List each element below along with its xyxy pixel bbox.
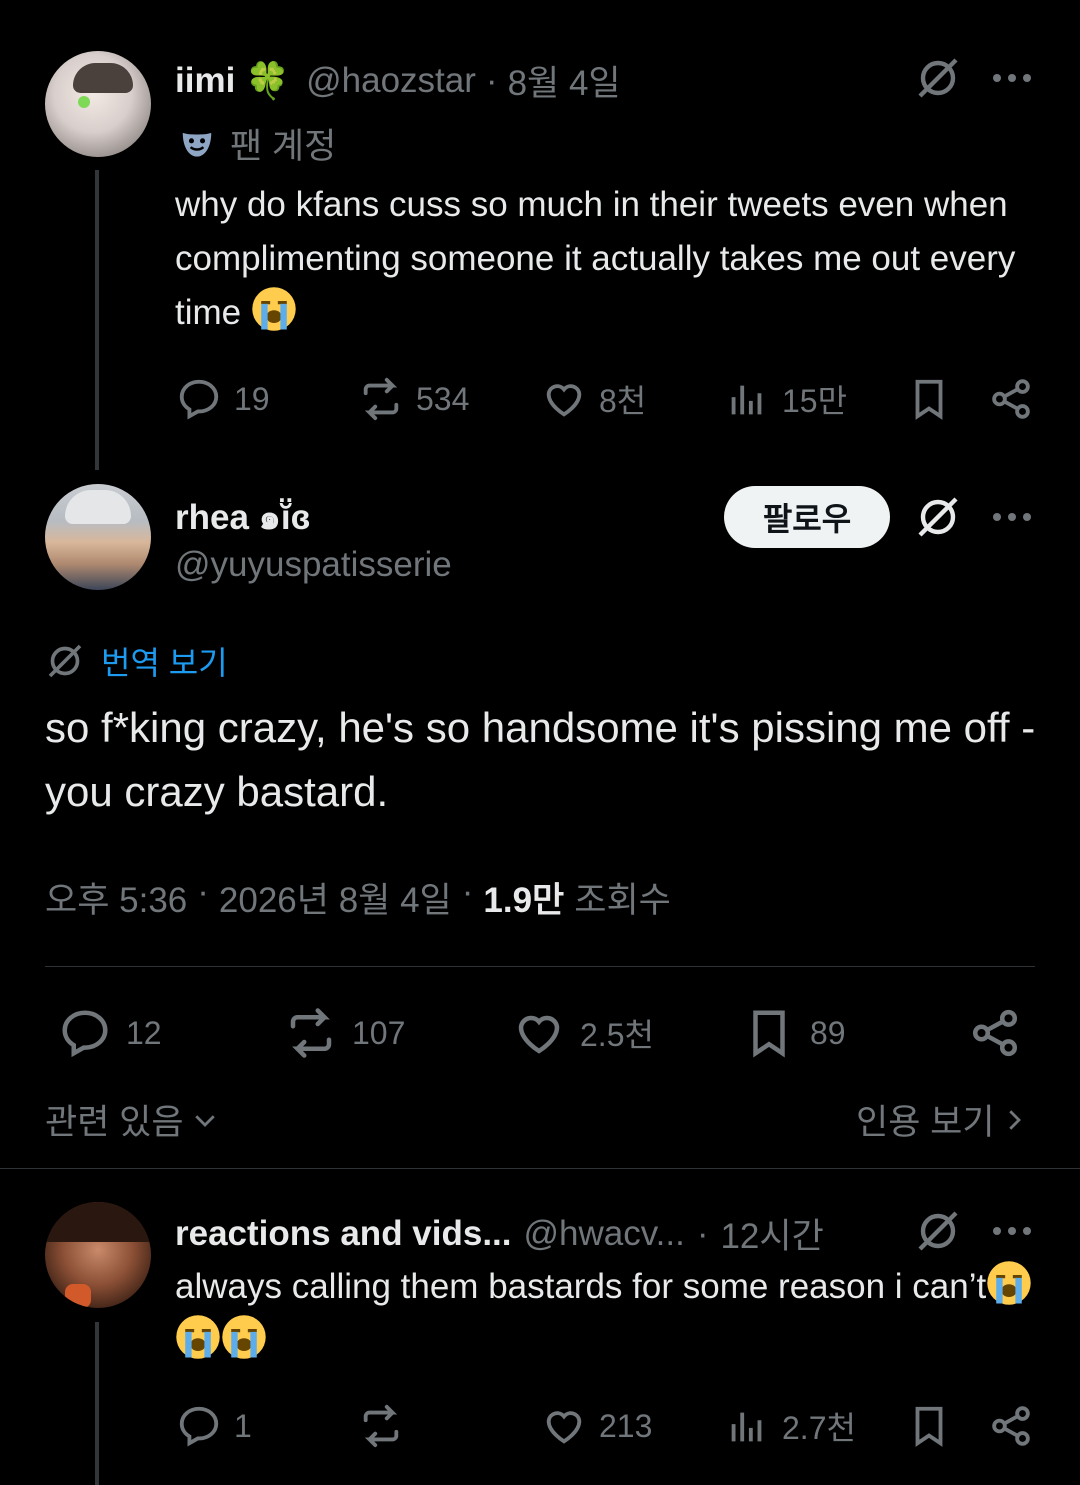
repost-button[interactable]: 107 bbox=[284, 1006, 405, 1060]
reply-button[interactable]: 12 bbox=[58, 1006, 162, 1060]
bookmark-icon[interactable] bbox=[904, 374, 954, 424]
display-name[interactable]: reactions and vids... bbox=[175, 1214, 512, 1254]
bookmark-count: 89 bbox=[810, 1014, 846, 1051]
related-label[interactable]: 관련 있음 bbox=[45, 1094, 184, 1145]
views-button[interactable]: 15만 bbox=[724, 376, 847, 422]
handle[interactable]: @haozstar bbox=[306, 61, 476, 101]
display-name[interactable]: rhea ๑ĭ̈ɞ bbox=[175, 498, 310, 537]
share-icon[interactable] bbox=[986, 1401, 1036, 1451]
tweet-text: always calling them bastards for some re… bbox=[175, 1267, 987, 1306]
more-icon[interactable] bbox=[990, 60, 1034, 96]
more-icon[interactable] bbox=[990, 499, 1034, 535]
translate-label[interactable]: 번역 보기 bbox=[101, 638, 228, 684]
like-count: 2.5천 bbox=[580, 1017, 654, 1053]
clover-emoji: 🍀 bbox=[245, 59, 291, 101]
share-icon[interactable] bbox=[986, 374, 1036, 424]
bookmark-icon[interactable] bbox=[904, 1401, 954, 1451]
follow-button[interactable]: 팔로우 bbox=[724, 486, 890, 548]
chevron-down-icon bbox=[194, 1114, 215, 1127]
views-count: 2.7천 bbox=[782, 1410, 856, 1446]
like-count: 8천 bbox=[599, 383, 647, 419]
share-icon[interactable] bbox=[966, 1004, 1024, 1062]
handle[interactable]: @yuyuspatisserie bbox=[175, 545, 452, 585]
main-tweet-text: so f*king crazy, he's so handsome it's p… bbox=[45, 704, 1036, 815]
grok-icon[interactable] bbox=[912, 52, 964, 104]
tweet-text: why do kfans cuss so much in their tweet… bbox=[175, 185, 1016, 332]
tweet-date[interactable]: 2026년 8월 4일 bbox=[219, 872, 452, 923]
grok-icon[interactable] bbox=[912, 491, 964, 543]
repost-button[interactable]: 534 bbox=[358, 376, 469, 422]
loudly-crying-emoji bbox=[222, 1315, 266, 1359]
like-count: 213 bbox=[599, 1407, 653, 1444]
like-button[interactable]: 2.5천 bbox=[512, 1006, 654, 1060]
separator: · bbox=[696, 1213, 709, 1253]
views-count: 1.9만 bbox=[483, 881, 565, 920]
reply-button[interactable]: 19 bbox=[176, 376, 270, 422]
grok-icon[interactable] bbox=[912, 1205, 964, 1257]
thread-line bbox=[95, 170, 99, 470]
reply-count: 1 bbox=[234, 1407, 252, 1444]
separator: · bbox=[485, 60, 498, 100]
grok-icon bbox=[48, 644, 82, 678]
loudly-crying-emoji bbox=[176, 1315, 220, 1359]
handle[interactable]: @hwacv... bbox=[524, 1214, 685, 1254]
bookmark-button[interactable]: 89 bbox=[742, 1006, 846, 1060]
views-button[interactable]: 2.7천 bbox=[724, 1403, 856, 1449]
fan-account-label: 팬 계정 bbox=[230, 127, 337, 166]
loudly-crying-emoji bbox=[987, 1261, 1031, 1305]
reply-count: 12 bbox=[126, 1014, 162, 1051]
separator: · bbox=[461, 872, 474, 911]
quotes-label[interactable]: 인용 보기 bbox=[856, 1094, 995, 1145]
like-button[interactable]: 8천 bbox=[541, 376, 646, 422]
like-button[interactable]: 213 bbox=[541, 1403, 652, 1449]
tweet-date[interactable]: 8월 4일 bbox=[508, 55, 621, 106]
tweet-time[interactable]: 12시간 bbox=[720, 1208, 823, 1259]
reply-count: 19 bbox=[234, 380, 270, 417]
translate-link[interactable]: 번역 보기 bbox=[45, 638, 228, 684]
divider bbox=[0, 1168, 1080, 1169]
views-count: 15만 bbox=[782, 383, 848, 419]
more-icon[interactable] bbox=[990, 1213, 1034, 1249]
display-name[interactable]: iimi bbox=[175, 61, 235, 101]
repost-count: 534 bbox=[416, 380, 470, 417]
divider bbox=[45, 966, 1035, 967]
chevron-right-icon bbox=[1008, 1109, 1021, 1130]
avatar[interactable] bbox=[45, 51, 151, 157]
mask-icon bbox=[182, 132, 212, 157]
repost-button[interactable] bbox=[358, 1403, 416, 1449]
views-label: 조회수 bbox=[574, 881, 671, 920]
thread-line bbox=[95, 1322, 99, 1485]
related-sort-button[interactable]: 관련 있음 bbox=[45, 1094, 220, 1145]
loudly-crying-emoji bbox=[252, 287, 296, 331]
view-quotes-link[interactable]: 인용 보기 bbox=[856, 1094, 1029, 1145]
repost-count: 107 bbox=[352, 1014, 406, 1051]
tweet-time[interactable]: 오후 5:36 bbox=[45, 872, 187, 923]
reply-button[interactable]: 1 bbox=[176, 1403, 252, 1449]
avatar[interactable] bbox=[45, 484, 151, 590]
avatar[interactable] bbox=[45, 1202, 151, 1308]
separator: · bbox=[197, 872, 209, 911]
